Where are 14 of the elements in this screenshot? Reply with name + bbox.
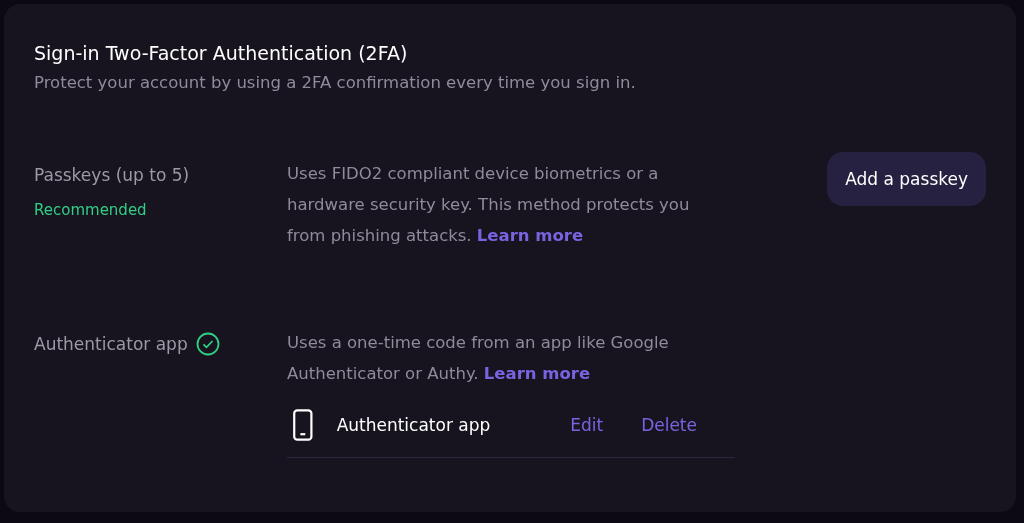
method-name: Authenticator app — [34, 333, 188, 356]
section-title: Sign-in Two-Factor Authentication (2FA) — [34, 41, 409, 66]
action-link[interactable]: Edit — [570, 415, 604, 435]
add-passkey-button[interactable]: Add a passkey — [827, 152, 986, 206]
method-name: Passkeys (up to 5) — [34, 164, 190, 187]
learn-more-link[interactable]: Learn more — [483, 364, 591, 383]
method-description: Uses a one-time code from an app like Google Authenticator or Authy. Learn more — [287, 332, 670, 385]
method-description: Uses FIDO2 compliant device biometrics or a hardware security key. This method protects you from phishing attacks. Learn more — [287, 163, 691, 247]
smartphone-icon — [293, 409, 313, 441]
learn-more-link[interactable]: Learn more — [476, 226, 584, 245]
action-link[interactable]: Delete — [641, 415, 697, 435]
recommended-label: Recommended — [34, 201, 148, 219]
device-name: Authenticator app — [336, 415, 492, 435]
section-description: Protect your account by using a 2FA confirmation every time you sign in. — [34, 72, 637, 94]
